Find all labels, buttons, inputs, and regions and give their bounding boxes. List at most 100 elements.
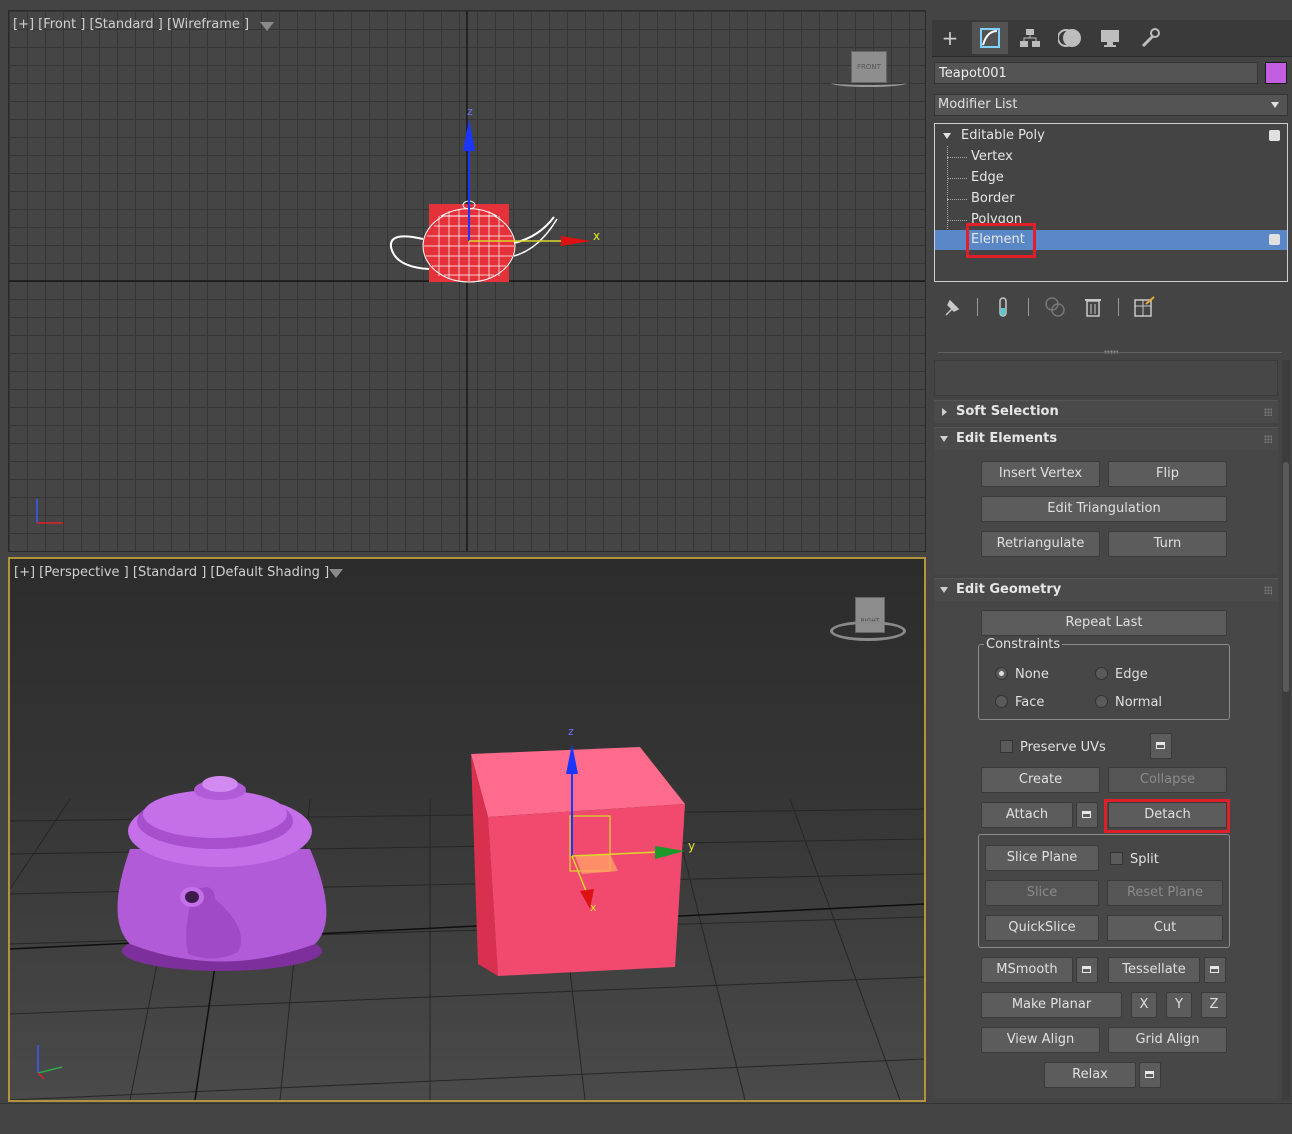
perspective-axis-tripod [37,1045,63,1079]
tessellate-button[interactable]: Tessellate [1108,957,1200,983]
selection-rollout-body [934,360,1278,396]
unique-icon [1045,297,1065,317]
stack-item-editable-poly[interactable]: Editable Poly [935,126,1287,146]
grid-align-button[interactable]: Grid Align [1108,1027,1227,1053]
rollout-title: Edit Elements [956,431,1058,446]
perspective-viewcube-ring [830,621,906,641]
element-highlight-box [966,223,1036,258]
make-planar-z-button[interactable]: Z [1201,992,1227,1018]
constraint-none-label: None [1015,667,1049,682]
modifier-stack: Editable Poly Vertex Edge Border Polygon… [934,123,1288,282]
collapse-button[interactable]: Collapse [1108,767,1227,793]
make-unique-icon[interactable] [1042,294,1068,320]
test-tube-icon [999,297,1007,317]
attach-list-button[interactable] [1076,802,1098,828]
trash-icon [1085,299,1101,317]
filter-icon[interactable] [329,569,343,578]
insert-vertex-button[interactable]: Insert Vertex [981,461,1100,487]
make-planar-x-button[interactable]: X [1131,992,1157,1018]
flip-button[interactable]: Flip [1108,461,1227,487]
display-tab-icon[interactable] [1092,22,1128,54]
modifier-list-dropdown[interactable]: Modifier List [934,94,1288,116]
msmooth-settings-button[interactable] [1076,957,1098,983]
cube-icon [1269,234,1280,245]
constraint-edge-label: Edge [1115,667,1148,682]
stack-item-vertex[interactable]: Vertex [935,147,1287,167]
pin-stack-icon[interactable] [939,294,965,320]
turn-button[interactable]: Turn [1108,531,1227,557]
perspective-viewport-scene [10,744,924,1100]
create-tab-icon[interactable]: + [932,22,968,54]
preserve-uvs-settings-button[interactable] [1150,733,1172,759]
modify-tab-icon[interactable] [972,22,1008,54]
display-icon [1101,30,1119,47]
cut-button[interactable]: Cut [1107,915,1223,941]
stack-item-label: Vertex [971,149,1013,164]
constraint-normal-radio[interactable] [1095,695,1108,708]
collapse-triangle-icon[interactable] [943,133,951,139]
retriangulate-button[interactable]: Retriangulate [981,531,1100,557]
rollout-edit-elements[interactable]: Edit Elements [934,427,1278,450]
toolbar-separator [977,298,978,316]
persp-axis-z-label: z [568,725,574,738]
rollout-edit-geometry[interactable]: Edit Geometry [934,578,1278,601]
toolbar-separator [1118,298,1119,316]
edit-triangulation-button[interactable]: Edit Triangulation [981,496,1227,522]
detach-highlight-box [1104,799,1230,833]
status-bar [0,1103,1292,1134]
repeat-last-button[interactable]: Repeat Last [981,610,1227,636]
hierarchy-icon [1020,29,1040,47]
stack-item-edge[interactable]: Edge [935,168,1287,188]
relax-button[interactable]: Relax [1044,1062,1136,1088]
constraint-edge-radio[interactable] [1095,667,1108,680]
modifier-list-label: Modifier List [938,97,1018,112]
slice-button[interactable]: Slice [985,880,1099,906]
make-planar-button[interactable]: Make Planar [981,992,1122,1018]
tree-branch [947,157,967,158]
quickslice-button[interactable]: QuickSlice [985,915,1099,941]
msmooth-button[interactable]: MSmooth [981,957,1073,983]
split-label: Split [1130,852,1159,867]
cube-icon [1269,130,1280,141]
relax-settings-button[interactable] [1139,1062,1161,1088]
grip-icon [1264,586,1272,594]
hierarchy-tab-icon[interactable] [1012,22,1048,54]
persp-axis-x-label: x [590,901,597,914]
motion-icon [1058,29,1081,47]
constraint-normal-label: Normal [1115,695,1163,710]
front-viewport[interactable]: [+] [Front ] [Standard ] [Wireframe ] z … [8,10,926,552]
motion-tab-icon[interactable] [1052,22,1088,54]
stack-item-polygon[interactable]: Polygon [935,210,1287,224]
preserve-uvs-label: Preserve UVs [1020,740,1106,755]
front-axis-x-label: x [593,229,601,243]
teapot-mesh [117,776,327,971]
object-color-swatch[interactable] [1265,62,1287,84]
command-panel-tabs: + [932,20,1292,57]
perspective-viewport[interactable]: [+] [Perspective ] [Standard ] [Default … [8,557,926,1102]
slice-plane-button[interactable]: Slice Plane [985,845,1099,871]
make-planar-y-button[interactable]: Y [1166,992,1192,1018]
tessellate-settings-button[interactable] [1204,957,1226,983]
front-axis-tripod [36,499,63,524]
stack-item-label: Polygon [971,212,1023,224]
split-checkbox[interactable] [1110,852,1123,865]
object-name-field[interactable]: Teapot001 [934,62,1258,84]
stack-item-border[interactable]: Border [935,189,1287,209]
view-align-button[interactable]: View Align [981,1027,1100,1053]
preserve-uvs-checkbox[interactable] [1000,740,1013,753]
rollout-title: Soft Selection [956,404,1059,419]
constraint-face-radio[interactable] [995,695,1008,708]
stack-item-label: Editable Poly [961,128,1045,143]
panel-scrollbar-thumb[interactable] [1283,462,1289,692]
reset-plane-button[interactable]: Reset Plane [1107,880,1223,906]
utilities-tab-icon[interactable] [1132,22,1168,54]
create-button[interactable]: Create [981,767,1100,793]
configure-modifier-sets-icon[interactable] [1131,294,1157,320]
remove-modifier-icon[interactable] [1080,294,1106,320]
splitter-grip[interactable] [1104,350,1118,354]
perspective-viewport-label[interactable]: [+] [Perspective ] [Standard ] [Default … [14,565,329,580]
rollout-soft-selection[interactable]: Soft Selection [934,400,1278,423]
attach-button[interactable]: Attach [981,802,1073,828]
constraint-none-radio[interactable] [995,667,1008,680]
show-end-result-icon[interactable] [990,294,1016,320]
